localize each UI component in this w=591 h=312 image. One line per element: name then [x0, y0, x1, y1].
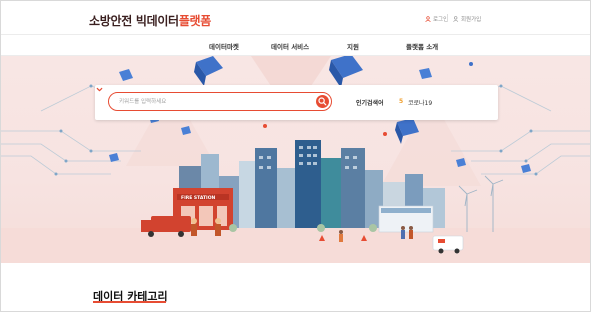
join-link[interactable]: 회원가입 — [453, 15, 481, 23]
logo-text-accent: 플랫폼 — [178, 14, 212, 28]
popular-search-rank: 5 — [399, 98, 404, 105]
search-field — [108, 92, 332, 111]
auth-divider — [447, 14, 448, 22]
popular-search-label: 인기검색어 — [356, 100, 384, 107]
search-panel: 인기검색어 5 코로나19 — [95, 85, 498, 120]
site-logo[interactable]: 소방안전 빅데이터플랫폼 — [89, 12, 211, 29]
nav-item-data-market[interactable]: 데이터마켓 — [209, 41, 239, 51]
chevron-down-icon[interactable] — [95, 85, 104, 94]
nav-item-support[interactable]: 지원 — [347, 41, 359, 51]
user-add-icon — [453, 16, 459, 22]
login-link[interactable]: 로그인 — [425, 15, 448, 23]
popular-search-term[interactable]: 코로나19 — [408, 98, 432, 107]
nav-item-platform-intro[interactable]: 플랫폼 소개 — [406, 41, 438, 51]
search-input[interactable] — [119, 96, 309, 108]
logo-text-main: 소방안전 빅데이터 — [89, 14, 179, 28]
nav-item-data-service[interactable]: 데이터 서비스 — [271, 41, 309, 51]
login-label: 로그인 — [433, 17, 449, 23]
user-icon — [425, 16, 431, 22]
hero-banner: FIRE STATION 키워드를 입력하세요 인기검색어 5 코로나19 — [1, 56, 590, 263]
search-button[interactable] — [316, 95, 329, 108]
page: 소방안전 빅데이터플랫폼 로그인 회원가입 데이터마켓 데이터 서비스 지원 플… — [0, 0, 591, 312]
fire-station-sign: FIRE STATION — [181, 195, 216, 201]
top-header: 소방안전 빅데이터플랫폼 로그인 회원가입 — [1, 1, 590, 34]
join-label: 회원가입 — [461, 17, 482, 23]
section-title-underline — [93, 301, 166, 303]
search-icon — [318, 97, 327, 106]
main-nav: 데이터마켓 데이터 서비스 지원 플랫폼 소개 — [1, 34, 590, 56]
